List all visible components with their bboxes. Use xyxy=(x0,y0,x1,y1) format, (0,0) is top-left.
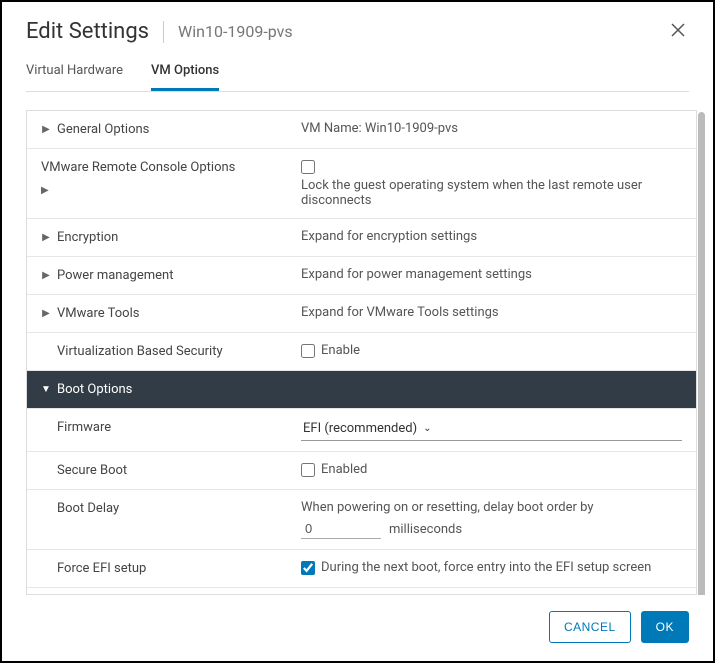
scrollbar-thumb[interactable] xyxy=(698,112,705,595)
header-divider xyxy=(163,21,164,43)
label-general: General Options xyxy=(57,122,149,137)
value-general: VM Name: Win10-1909-pvs xyxy=(301,121,682,136)
label-boot: Boot Options xyxy=(57,382,132,397)
label-force: Force EFI setup xyxy=(41,561,146,576)
row-encryption[interactable]: ▶ Encryption Expand for encryption setti… xyxy=(27,219,696,257)
row-failed-boot: Failed Boot Recovery If the VM fails to … xyxy=(27,588,696,595)
checkbox-force-efi[interactable] xyxy=(301,561,315,575)
header-left: Edit Settings Win10-1909-pvs xyxy=(26,19,293,44)
chevron-right-icon: ▶ xyxy=(41,270,51,281)
label-remote: VMware Remote Console Options xyxy=(41,160,235,175)
edit-settings-dialog: Edit Settings Win10-1909-pvs Virtual Har… xyxy=(2,2,713,661)
close-button[interactable] xyxy=(667,18,689,45)
dialog-footer: CANCEL OK xyxy=(2,601,713,661)
chevron-down-icon: ⌄ xyxy=(423,423,431,434)
select-firmware[interactable]: EFI (recommended) ⌄ xyxy=(301,419,682,441)
value-encryption: Expand for encryption settings xyxy=(301,229,682,244)
chevron-right-icon: ▶ xyxy=(41,185,49,196)
label-vbs: Virtualization Based Security xyxy=(41,344,223,359)
cancel-button[interactable]: CANCEL xyxy=(549,611,631,643)
tab-virtual-hardware[interactable]: Virtual Hardware xyxy=(26,55,123,91)
tab-vm-options[interactable]: VM Options xyxy=(151,55,219,91)
dialog-title: Edit Settings xyxy=(26,19,149,44)
checkbox-vbs-enable[interactable] xyxy=(301,344,315,358)
desc-force: During the next boot, force entry into t… xyxy=(321,560,651,575)
value-power: Expand for power management settings xyxy=(301,267,682,282)
content-wrapper: ▶ General Options VM Name: Win10-1909-pv… xyxy=(26,110,707,595)
label-delay: Boot Delay xyxy=(41,501,119,516)
row-boot-options[interactable]: ▼ Boot Options xyxy=(27,371,696,409)
row-force-efi: Force EFI setup During the next boot, fo… xyxy=(27,550,696,588)
label-secure: Secure Boot xyxy=(41,463,127,478)
value-tools: Expand for VMware Tools settings xyxy=(301,305,682,320)
row-vbs: Virtualization Based Security Enable xyxy=(27,333,696,371)
row-secure-boot: Secure Boot Enabled xyxy=(27,452,696,490)
label-tools: VMware Tools xyxy=(57,306,139,321)
desc-remote: Lock the guest operating system when the… xyxy=(301,178,682,208)
vbs-enable-label: Enable xyxy=(321,343,360,358)
row-general-options[interactable]: ▶ General Options VM Name: Win10-1909-pv… xyxy=(27,111,696,149)
settings-list: ▶ General Options VM Name: Win10-1909-pv… xyxy=(26,110,697,595)
chevron-right-icon: ▶ xyxy=(41,232,51,243)
dialog-vm-name: Win10-1909-pvs xyxy=(178,22,293,41)
label-firmware: Firmware xyxy=(41,420,111,435)
input-boot-delay[interactable] xyxy=(301,519,381,539)
row-firmware: Firmware EFI (recommended) ⌄ xyxy=(27,409,696,452)
row-boot-delay: Boot Delay When powering on or resetting… xyxy=(27,490,696,550)
row-vmware-tools[interactable]: ▶ VMware Tools Expand for VMware Tools s… xyxy=(27,295,696,333)
chevron-right-icon: ▶ xyxy=(41,124,51,135)
tabs: Virtual Hardware VM Options xyxy=(26,55,689,92)
ok-button[interactable]: OK xyxy=(641,611,689,643)
scrollbar[interactable] xyxy=(697,110,707,595)
dialog-header: Edit Settings Win10-1909-pvs xyxy=(2,2,713,55)
chevron-down-icon: ▼ xyxy=(41,384,51,395)
checkbox-secure-boot[interactable] xyxy=(301,463,315,477)
row-power-management[interactable]: ▶ Power management Expand for power mana… xyxy=(27,257,696,295)
firmware-value: EFI (recommended) xyxy=(303,421,417,436)
checkbox-lock-guest[interactable] xyxy=(301,160,315,174)
unit-delay: milliseconds xyxy=(389,522,462,537)
label-encryption: Encryption xyxy=(57,230,118,245)
close-icon xyxy=(671,23,685,37)
row-remote-console[interactable]: VMware Remote Console Options ▶ Lock the… xyxy=(27,149,696,219)
secure-enabled-label: Enabled xyxy=(321,462,367,477)
label-power: Power management xyxy=(57,268,173,283)
desc-delay: When powering on or resetting, delay boo… xyxy=(301,500,682,515)
chevron-right-icon: ▶ xyxy=(41,308,51,319)
